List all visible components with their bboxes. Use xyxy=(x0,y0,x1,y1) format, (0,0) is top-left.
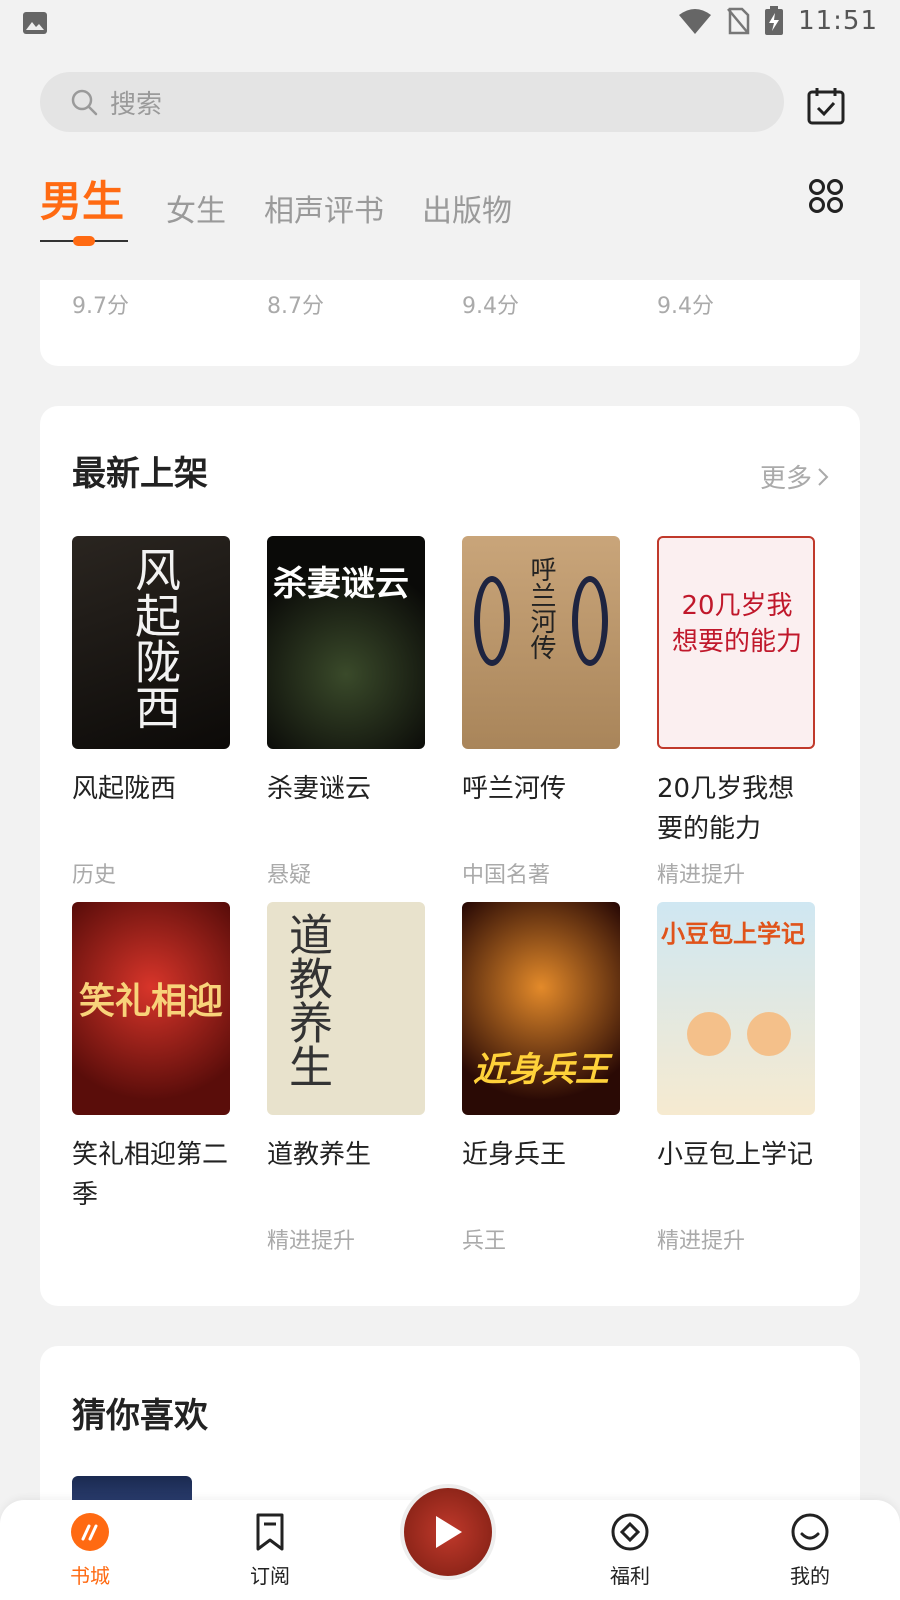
book-score: 9.7分 xyxy=(72,294,129,319)
play-icon xyxy=(436,1516,462,1548)
cover-title: 呼兰河传 xyxy=(526,556,556,660)
book-tag: 悬疑 xyxy=(267,863,312,888)
book-title: 20几岁我想要的能力 xyxy=(657,774,795,844)
nav-welfare[interactable]: 福利 xyxy=(590,1512,670,1589)
book-score: 8.7分 xyxy=(267,294,324,319)
book-item[interactable]: 20几岁我想要的能力 20几岁我想要的能力 精进提升 xyxy=(657,536,815,889)
book-tag: 历史 xyxy=(72,863,117,888)
book-item[interactable]: 小豆包上学记 小豆包上学记 精进提升 xyxy=(657,902,815,1255)
book-tag: 中国名著 xyxy=(462,863,551,888)
search-placeholder: 搜索 xyxy=(110,89,163,120)
book-cover: 笑礼相迎 xyxy=(72,902,230,1115)
cover-title: 杀妻谜云 xyxy=(273,564,409,604)
category-tabs: 男生 女生 相声评书 出版物 xyxy=(40,168,860,248)
nav-label: 我的 xyxy=(790,1564,830,1588)
search-icon xyxy=(71,89,98,116)
cover-title: 近身兵王 xyxy=(473,1050,609,1090)
book-score: 9.4分 xyxy=(462,294,519,319)
book-cover: 道教养生 xyxy=(267,902,425,1115)
book-item[interactable]: 近身兵王 近身兵王 兵王 xyxy=(462,902,620,1255)
tab-female[interactable]: 女生 xyxy=(166,186,226,230)
tab-crosstalk[interactable]: 相声评书 xyxy=(264,186,384,230)
welfare-icon xyxy=(611,1513,649,1551)
bookstore-icon xyxy=(71,1513,109,1551)
cover-title: 道教养生 xyxy=(281,912,332,1088)
nav-subscribe[interactable]: 订阅 xyxy=(230,1512,310,1589)
book-tag: 精进提升 xyxy=(657,863,746,888)
book-title: 风起陇西 xyxy=(72,774,177,804)
cover-title: 20几岁我想要的能力 xyxy=(671,591,802,657)
book-item[interactable]: 笑礼相迎 笑礼相迎第二季 xyxy=(72,902,230,1223)
book-title: 呼兰河传 xyxy=(462,774,567,804)
book-cover: 杀妻谜云 xyxy=(267,536,425,749)
calendar-checkin-icon[interactable] xyxy=(806,86,846,126)
audio-player-button[interactable] xyxy=(400,1484,496,1580)
book-item[interactable]: 风起陇西 风起陇西 历史 xyxy=(72,536,230,889)
nav-mine[interactable]: 我的 xyxy=(770,1512,850,1589)
section-title: 最新上架 xyxy=(72,454,208,494)
book-title: 杀妻谜云 xyxy=(267,774,372,804)
ranking-card: 9.7分 8.7分 9.4分 9.4分 xyxy=(40,280,860,366)
more-label: 更多 xyxy=(759,464,812,494)
book-cover: 小豆包上学记 xyxy=(657,902,815,1115)
no-sim-icon xyxy=(727,7,750,35)
book-cover: 风起陇西 xyxy=(72,536,230,749)
status-bar: 11:51 xyxy=(0,0,900,50)
search-input[interactable]: 搜索 xyxy=(40,72,784,132)
category-grid-icon[interactable] xyxy=(808,178,844,214)
book-tag: 精进提升 xyxy=(657,1229,746,1254)
cover-title: 小豆包上学记 xyxy=(661,920,805,948)
chevron-right-icon xyxy=(818,467,829,486)
book-item[interactable]: 呼兰河传 呼兰河传 中国名著 xyxy=(462,536,620,889)
book-title: 道教养生 xyxy=(267,1140,372,1170)
book-cover: 呼兰河传 xyxy=(462,536,620,749)
cover-title: 风起陇西 xyxy=(128,546,182,730)
new-arrivals-card: 最新上架 更多 风起陇西 风起陇西 历史 杀妻谜云 杀妻谜云 悬疑 呼兰河传 呼… xyxy=(40,406,860,1306)
book-score: 9.4分 xyxy=(657,294,714,319)
tab-publications[interactable]: 出版物 xyxy=(422,186,512,230)
book-tag: 兵王 xyxy=(462,1229,507,1254)
tab-male[interactable]: 男生 xyxy=(40,168,124,229)
book-cover: 20几岁我想要的能力 xyxy=(657,536,815,749)
nav-label: 书城 xyxy=(70,1564,110,1588)
image-notification-icon xyxy=(23,12,47,34)
nav-label: 福利 xyxy=(610,1564,650,1588)
tab-indicator xyxy=(73,236,95,246)
cover-title: 笑礼相迎 xyxy=(78,981,223,1022)
smile-icon xyxy=(791,1513,829,1551)
battery-charging-icon xyxy=(765,6,784,35)
book-tag: 精进提升 xyxy=(267,1229,356,1254)
nav-label: 订阅 xyxy=(250,1564,290,1588)
book-item[interactable]: 杀妻谜云 杀妻谜云 悬疑 xyxy=(267,536,425,889)
book-title: 近身兵王 xyxy=(462,1140,567,1170)
wifi-icon xyxy=(679,9,712,34)
more-link[interactable]: 更多 xyxy=(760,458,830,495)
book-title: 小豆包上学记 xyxy=(657,1140,814,1170)
nav-bookstore[interactable]: 书城 xyxy=(50,1512,130,1589)
book-title: 笑礼相迎第二季 xyxy=(72,1140,229,1210)
section-title: 猜你喜欢 xyxy=(72,1396,208,1436)
book-item[interactable]: 道教养生 道教养生 精进提升 xyxy=(267,902,425,1255)
status-time: 11:51 xyxy=(798,6,878,36)
book-cover: 近身兵王 xyxy=(462,902,620,1115)
bookmark-icon xyxy=(256,1513,284,1551)
